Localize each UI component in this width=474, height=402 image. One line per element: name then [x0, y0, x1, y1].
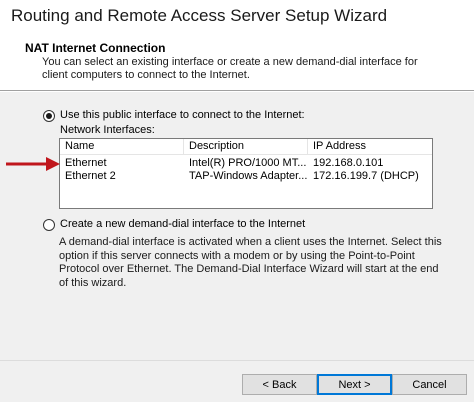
cancel-button[interactable]: Cancel [392, 374, 467, 395]
network-interfaces-list[interactable]: Name Description IP Address Ethernet Int… [59, 138, 433, 209]
demand-dial-label[interactable]: Create a new demand-dial interface to th… [60, 218, 305, 230]
title-bar: Routing and Remote Access Server Setup W… [0, 0, 474, 34]
page-description: You can select an existing interface or … [42, 56, 418, 81]
interface-ip: 172.16.199.7 (DHCP) [313, 170, 419, 182]
window-title: Routing and Remote Access Server Setup W… [11, 6, 388, 25]
interface-description: TAP-Windows Adapter... [189, 170, 308, 182]
interface-name: Ethernet [65, 157, 107, 169]
next-button[interactable]: Next > [317, 374, 392, 395]
column-header-name[interactable]: Name [60, 139, 184, 155]
back-button[interactable]: < Back [242, 374, 317, 395]
network-interfaces-label: Network Interfaces: [60, 124, 155, 136]
interface-ip: 192.168.0.101 [313, 157, 384, 169]
column-header-description[interactable]: Description [184, 139, 308, 155]
red-arrow-icon [6, 157, 60, 171]
public-interface-label[interactable]: Use this public interface to connect to … [60, 109, 305, 121]
table-row[interactable]: Ethernet 2 TAP-Windows Adapter... 172.16… [60, 170, 432, 183]
wizard-header: NAT Internet Connection You can select a… [0, 34, 474, 91]
public-interface-radio[interactable] [43, 110, 55, 122]
column-header-ip-address[interactable]: IP Address [308, 139, 432, 155]
wizard-footer: < Back Next > Cancel [0, 360, 474, 402]
interface-name: Ethernet 2 [65, 170, 116, 182]
demand-dial-description: A demand-dial interface is activated whe… [59, 236, 442, 289]
page-title: NAT Internet Connection [25, 41, 166, 55]
demand-dial-radio[interactable] [43, 219, 55, 231]
interface-description: Intel(R) PRO/1000 MT... [189, 157, 307, 169]
table-row[interactable]: Ethernet Intel(R) PRO/1000 MT... 192.168… [60, 157, 432, 170]
list-header: Name Description IP Address [60, 139, 432, 155]
